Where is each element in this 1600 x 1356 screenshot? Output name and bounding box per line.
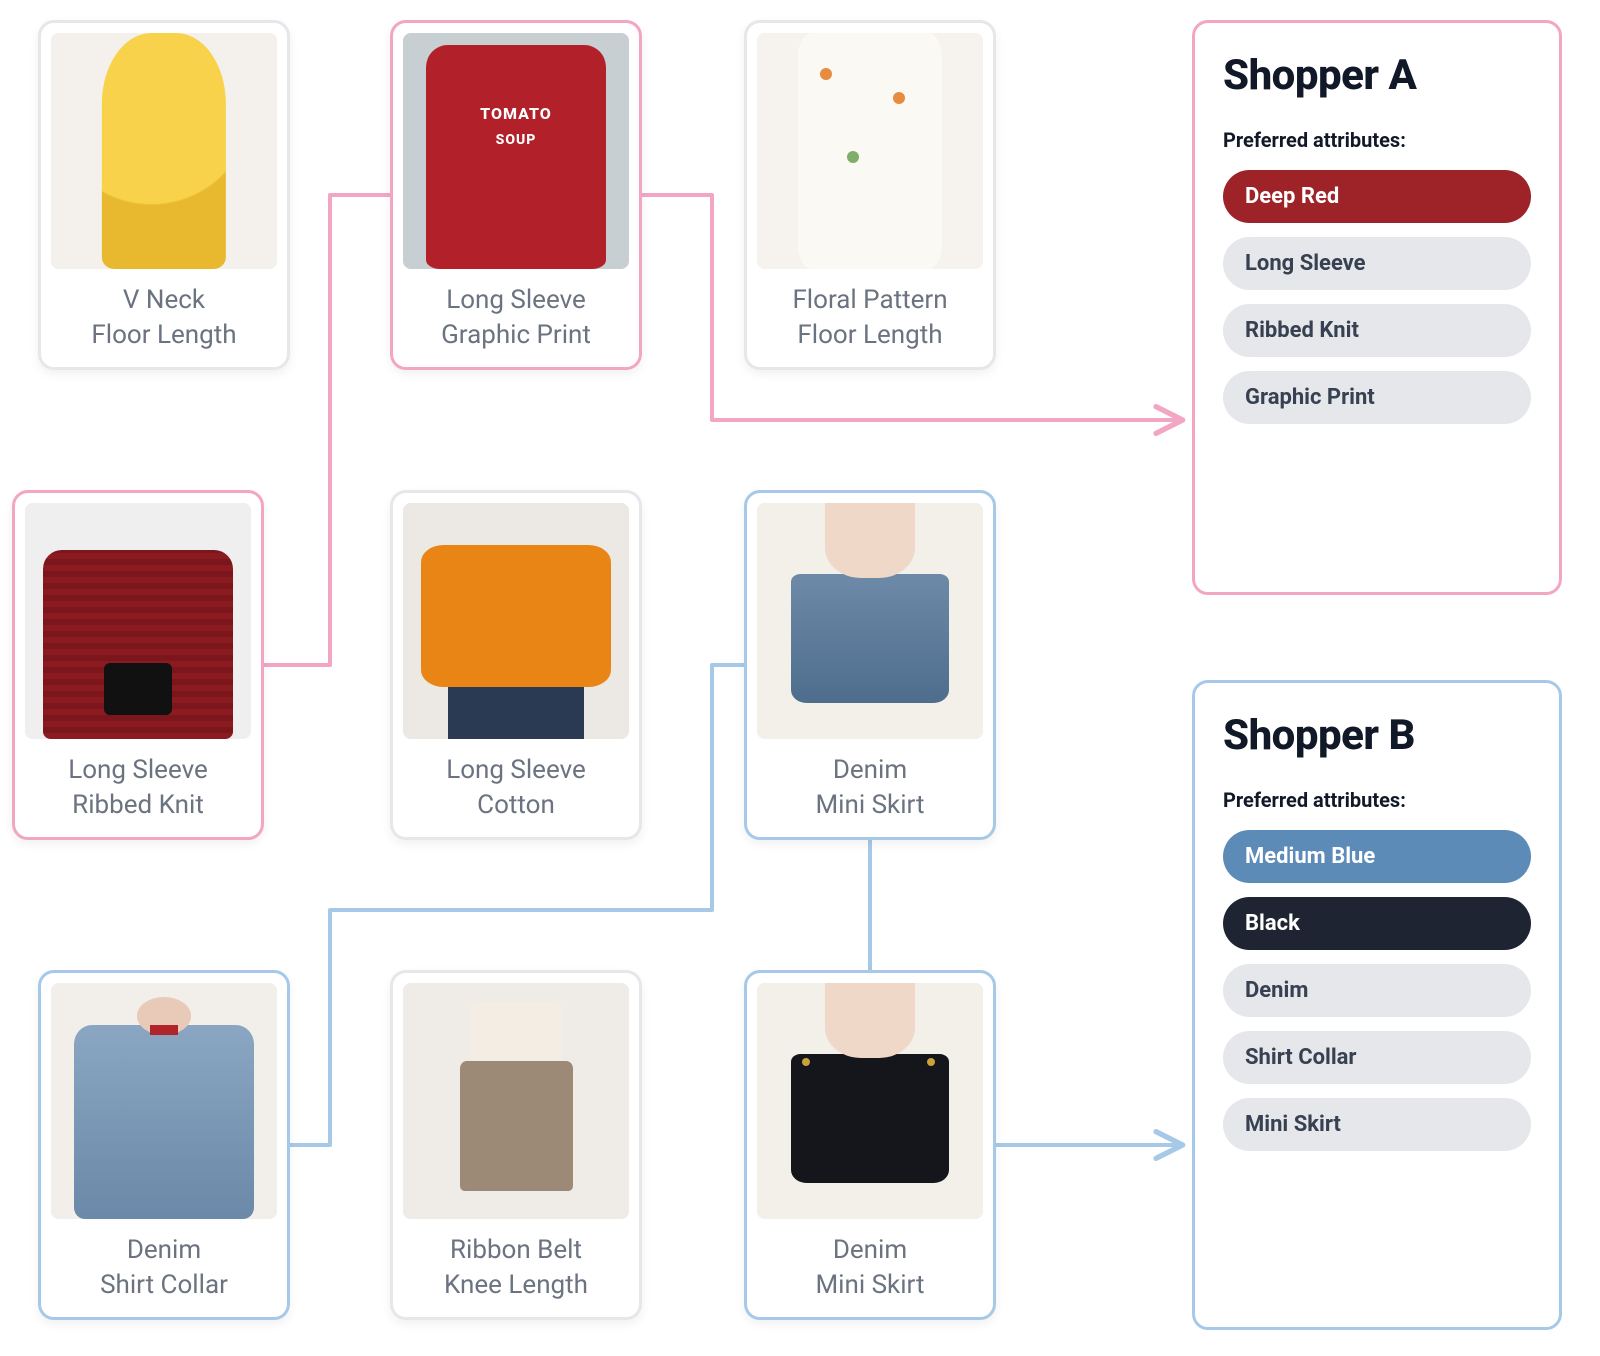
product-card[interactable]: Denim Mini Skirt xyxy=(744,490,996,840)
product-attr-2: Ribbed Knit xyxy=(72,790,204,820)
product-attr-1: Ribbon Belt xyxy=(450,1235,582,1265)
product-attr-2: Mini Skirt xyxy=(815,1270,924,1300)
product-image-yellow-maxi xyxy=(51,33,277,269)
product-attributes: V Neck Floor Length xyxy=(51,269,277,357)
product-attributes: Floral Pattern Floor Length xyxy=(757,269,983,357)
product-card[interactable]: Ribbon Belt Knee Length xyxy=(390,970,642,1320)
product-attr-1: Denim xyxy=(127,1235,201,1265)
product-attributes: Denim Mini Skirt xyxy=(757,1219,983,1307)
attribute-pill[interactable]: Deep Red xyxy=(1223,170,1531,223)
product-attr-1: Long Sleeve xyxy=(68,755,208,785)
shopper-a-title: Shopper A xyxy=(1223,51,1531,100)
product-card[interactable]: Denim Shirt Collar xyxy=(38,970,290,1320)
product-attributes: Long Sleeve Graphic Print xyxy=(403,269,629,357)
product-image-denim-mini xyxy=(757,503,983,739)
attribute-pill[interactable]: Shirt Collar xyxy=(1223,1031,1531,1084)
shopper-a-panel: Shopper A Preferred attributes: Deep Red… xyxy=(1192,20,1562,595)
product-attr-1: Long Sleeve xyxy=(446,285,586,315)
product-card[interactable]: V Neck Floor Length xyxy=(38,20,290,370)
product-card[interactable]: TOMATO SOUP Long Sleeve Graphic Print xyxy=(390,20,642,370)
product-card[interactable]: Floral Pattern Floor Length xyxy=(744,20,996,370)
product-attr-1: V Neck xyxy=(123,285,205,315)
attribute-pill[interactable]: Black xyxy=(1223,897,1531,950)
attribute-pill[interactable]: Ribbed Knit xyxy=(1223,304,1531,357)
product-image-denim-jacket xyxy=(51,983,277,1219)
product-image-tomato-soup: TOMATO SOUP xyxy=(403,33,629,269)
product-attr-1: Long Sleeve xyxy=(446,755,586,785)
product-attributes: Long Sleeve Ribbed Knit xyxy=(25,739,251,827)
product-image-red-sweater xyxy=(25,503,251,739)
product-image-orange-top xyxy=(403,503,629,739)
product-attr-2: Graphic Print xyxy=(441,320,591,350)
shopper-b-panel: Shopper B Preferred attributes: Medium B… xyxy=(1192,680,1562,1330)
product-attributes: Denim Mini Skirt xyxy=(757,739,983,827)
product-attr-2: Shirt Collar xyxy=(100,1270,228,1300)
attribute-pill[interactable]: Medium Blue xyxy=(1223,830,1531,883)
product-image-khaki-skirt xyxy=(403,983,629,1219)
attribute-pill[interactable]: Long Sleeve xyxy=(1223,237,1531,290)
product-image-black-mini xyxy=(757,983,983,1219)
product-attr-2: Floor Length xyxy=(797,320,942,350)
product-image-floral-white xyxy=(757,33,983,269)
shopper-b-title: Shopper B xyxy=(1223,711,1531,760)
shopper-b-subtitle: Preferred attributes: xyxy=(1223,788,1531,812)
product-attr-2: Floor Length xyxy=(91,320,236,350)
diagram-stage: V Neck Floor Length TOMATO SOUP Long Sle… xyxy=(0,0,1600,1356)
product-attr-2: Mini Skirt xyxy=(815,790,924,820)
product-card[interactable]: Long Sleeve Cotton xyxy=(390,490,642,840)
attribute-pill[interactable]: Mini Skirt xyxy=(1223,1098,1531,1151)
attribute-pill[interactable]: Graphic Print xyxy=(1223,371,1531,424)
product-attr-1: Denim xyxy=(833,755,907,785)
product-attr-2: Cotton xyxy=(477,790,555,820)
product-attr-2: Knee Length xyxy=(444,1270,588,1300)
product-attributes: Long Sleeve Cotton xyxy=(403,739,629,827)
product-attributes: Denim Shirt Collar xyxy=(51,1219,277,1307)
product-attr-1: Floral Pattern xyxy=(792,285,947,315)
product-attributes: Ribbon Belt Knee Length xyxy=(403,1219,629,1307)
product-card[interactable]: Denim Mini Skirt xyxy=(744,970,996,1320)
attribute-pill[interactable]: Denim xyxy=(1223,964,1531,1017)
product-attr-1: Denim xyxy=(833,1235,907,1265)
shopper-a-subtitle: Preferred attributes: xyxy=(1223,128,1531,152)
product-card[interactable]: Long Sleeve Ribbed Knit xyxy=(12,490,264,840)
